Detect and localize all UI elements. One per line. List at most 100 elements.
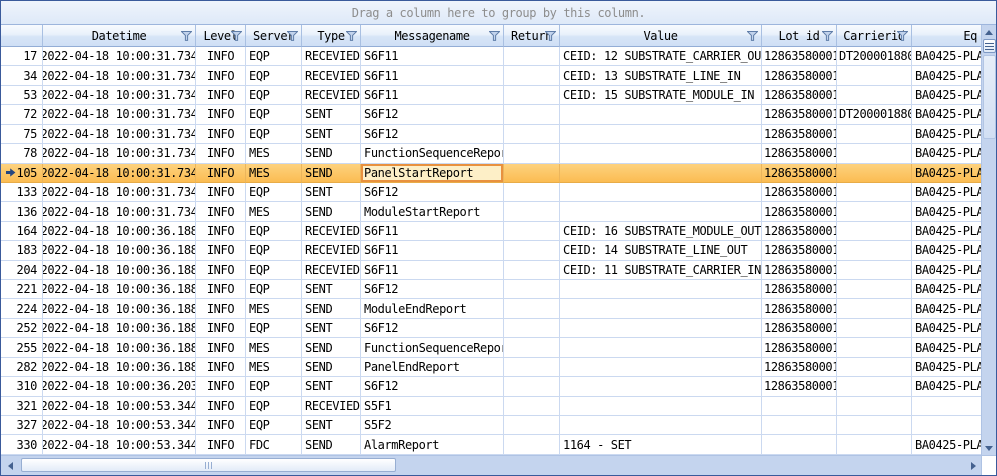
column-header-value[interactable]: Value xyxy=(560,25,762,47)
cell-server[interactable]: MES xyxy=(246,299,302,318)
cell-messagename[interactable]: PanelStartReport xyxy=(361,164,504,183)
row-indicator-cell[interactable]: 136 xyxy=(1,202,43,221)
cell-datetime[interactable]: 2022-04-18 10:00:36.188 xyxy=(43,280,196,299)
cell-type[interactable]: SENT xyxy=(302,319,361,338)
cell-level[interactable]: INFO xyxy=(196,125,246,144)
cell-messagename[interactable]: PanelEndReport xyxy=(361,358,504,377)
cell-datetime[interactable]: 2022-04-18 10:00:36.188 xyxy=(43,358,196,377)
filter-icon[interactable] xyxy=(231,31,242,41)
cell-return[interactable] xyxy=(504,66,560,85)
row-indicator-cell[interactable]: 17 xyxy=(1,47,43,66)
cell-value[interactable]: CEID: 15 SUBSTRATE_MODULE_IN xyxy=(560,86,762,105)
cell-return[interactable] xyxy=(504,125,560,144)
cell-messagename[interactable]: S6F11 xyxy=(361,222,504,241)
cell-type[interactable]: SENT xyxy=(302,125,361,144)
cell-value[interactable]: CEID: 14 SUBSTRATE_LINE_OUT xyxy=(560,241,762,260)
scroll-down-button[interactable] xyxy=(982,441,997,455)
filter-icon[interactable] xyxy=(346,31,357,41)
cell-carrierid[interactable] xyxy=(837,299,912,318)
table-row[interactable]: 3102022-04-18 10:00:36.203INFOEQPSENTS6F… xyxy=(1,377,981,396)
row-indicator-cell[interactable]: 53 xyxy=(1,86,43,105)
horizontal-scroll-thumb[interactable] xyxy=(21,458,396,472)
cell-lotid[interactable]: 12863580001B xyxy=(762,202,837,221)
table-row[interactable]: 532022-04-18 10:00:31.734INFOEQPRECEVIED… xyxy=(1,86,981,105)
cell-server[interactable]: EQP xyxy=(246,66,302,85)
cell-level[interactable]: INFO xyxy=(196,202,246,221)
cell-server[interactable]: EQP xyxy=(246,319,302,338)
row-indicator-cell[interactable]: 221 xyxy=(1,280,43,299)
column-header-carrierid[interactable]: Carrierid xyxy=(837,25,912,47)
table-row[interactable]: 3212022-04-18 10:00:53.344INFOEQPRECEVIE… xyxy=(1,397,981,416)
row-indicator-cell[interactable]: 34 xyxy=(1,66,43,85)
table-row[interactable]: 722022-04-18 10:00:31.734INFOEQPSENTS6F1… xyxy=(1,105,981,124)
cell-eqpid[interactable]: BA0425-PLA xyxy=(912,47,981,66)
cell-eqpid[interactable]: BA0425-PLA xyxy=(912,125,981,144)
cell-type[interactable]: SEND xyxy=(302,164,361,183)
row-indicator-cell[interactable]: 330 xyxy=(1,435,43,454)
cell-messagename[interactable]: S5F2 xyxy=(361,416,504,435)
cell-value[interactable] xyxy=(560,299,762,318)
cell-messagename[interactable]: S6F12 xyxy=(361,105,504,124)
table-row[interactable]: 342022-04-18 10:00:31.734INFOEQPRECEVIED… xyxy=(1,66,981,85)
cell-server[interactable]: MES xyxy=(246,144,302,163)
table-row[interactable]: 1832022-04-18 10:00:36.188INFOEQPRECEVIE… xyxy=(1,241,981,260)
scroll-up-button[interactable] xyxy=(982,25,997,39)
row-indicator-cell[interactable]: 224 xyxy=(1,299,43,318)
cell-lotid[interactable] xyxy=(762,435,837,454)
cell-messagename[interactable]: FunctionSequenceReport xyxy=(361,338,504,357)
cell-datetime[interactable]: 2022-04-18 10:00:36.188 xyxy=(43,338,196,357)
cell-carrierid[interactable] xyxy=(837,164,912,183)
row-indicator-cell[interactable]: 282 xyxy=(1,358,43,377)
cell-carrierid[interactable] xyxy=(837,86,912,105)
cell-carrierid[interactable]: DT200001880 xyxy=(837,105,912,124)
cell-value[interactable]: CEID: 11 SUBSTRATE_CARRIER_IN xyxy=(560,261,762,280)
cell-lotid[interactable]: 12863580001B xyxy=(762,164,837,183)
cell-server[interactable]: EQP xyxy=(246,261,302,280)
cell-lotid[interactable]: 12863580001B xyxy=(762,222,837,241)
table-row[interactable]: 172022-04-18 10:00:31.734INFOEQPRECEVIED… xyxy=(1,47,981,66)
cell-lotid[interactable] xyxy=(762,416,837,435)
cell-lotid[interactable]: 12863580001B xyxy=(762,86,837,105)
cell-server[interactable]: EQP xyxy=(246,416,302,435)
cell-level[interactable]: INFO xyxy=(196,319,246,338)
cell-datetime[interactable]: 2022-04-18 10:00:31.734 xyxy=(43,183,196,202)
cell-datetime[interactable]: 2022-04-18 10:00:31.734 xyxy=(43,202,196,221)
cell-server[interactable]: EQP xyxy=(246,105,302,124)
cell-messagename[interactable]: S6F11 xyxy=(361,47,504,66)
filter-icon[interactable] xyxy=(545,31,556,41)
cell-return[interactable] xyxy=(504,261,560,280)
cell-eqpid[interactable]: BA0425-PLA xyxy=(912,222,981,241)
cell-messagename[interactable]: ModuleEndReport xyxy=(361,299,504,318)
cell-level[interactable]: INFO xyxy=(196,435,246,454)
cell-carrierid[interactable] xyxy=(837,222,912,241)
cell-type[interactable]: SENT xyxy=(302,416,361,435)
cell-level[interactable]: INFO xyxy=(196,280,246,299)
column-header-type[interactable]: Type xyxy=(302,25,361,47)
cell-eqpid[interactable]: BA0425-PLA xyxy=(912,183,981,202)
cell-server[interactable]: MES xyxy=(246,338,302,357)
cell-type[interactable]: SEND xyxy=(302,358,361,377)
cell-carrierid[interactable] xyxy=(837,416,912,435)
filter-icon[interactable] xyxy=(897,31,908,41)
column-header-lotid[interactable]: Lot id xyxy=(762,25,837,47)
cell-type[interactable]: SEND xyxy=(302,144,361,163)
cell-eqpid[interactable]: BA0425-PLA xyxy=(912,105,981,124)
cell-level[interactable]: INFO xyxy=(196,377,246,396)
cell-datetime[interactable]: 2022-04-18 10:00:31.734 xyxy=(43,105,196,124)
cell-eqpid[interactable] xyxy=(912,416,981,435)
cell-lotid[interactable]: 12863580001B xyxy=(762,144,837,163)
cell-lotid[interactable] xyxy=(762,397,837,416)
cell-value[interactable] xyxy=(560,183,762,202)
table-row[interactable]: 1332022-04-18 10:00:31.734INFOEQPSENTS6F… xyxy=(1,183,981,202)
row-indicator-cell[interactable]: 105 xyxy=(1,164,43,183)
table-row[interactable]: 1052022-04-18 10:00:31.734INFOMESSENDPan… xyxy=(1,164,981,183)
cell-lotid[interactable]: 12863580001B xyxy=(762,338,837,357)
cell-lotid[interactable]: 12863580001B xyxy=(762,183,837,202)
table-row[interactable]: 2212022-04-18 10:00:36.188INFOEQPSENTS6F… xyxy=(1,280,981,299)
cell-carrierid[interactable] xyxy=(837,183,912,202)
cell-return[interactable] xyxy=(504,47,560,66)
cell-server[interactable]: EQP xyxy=(246,377,302,396)
column-header-server[interactable]: Server xyxy=(246,25,302,47)
cell-carrierid[interactable] xyxy=(837,280,912,299)
cell-lotid[interactable]: 12863580001B xyxy=(762,47,837,66)
